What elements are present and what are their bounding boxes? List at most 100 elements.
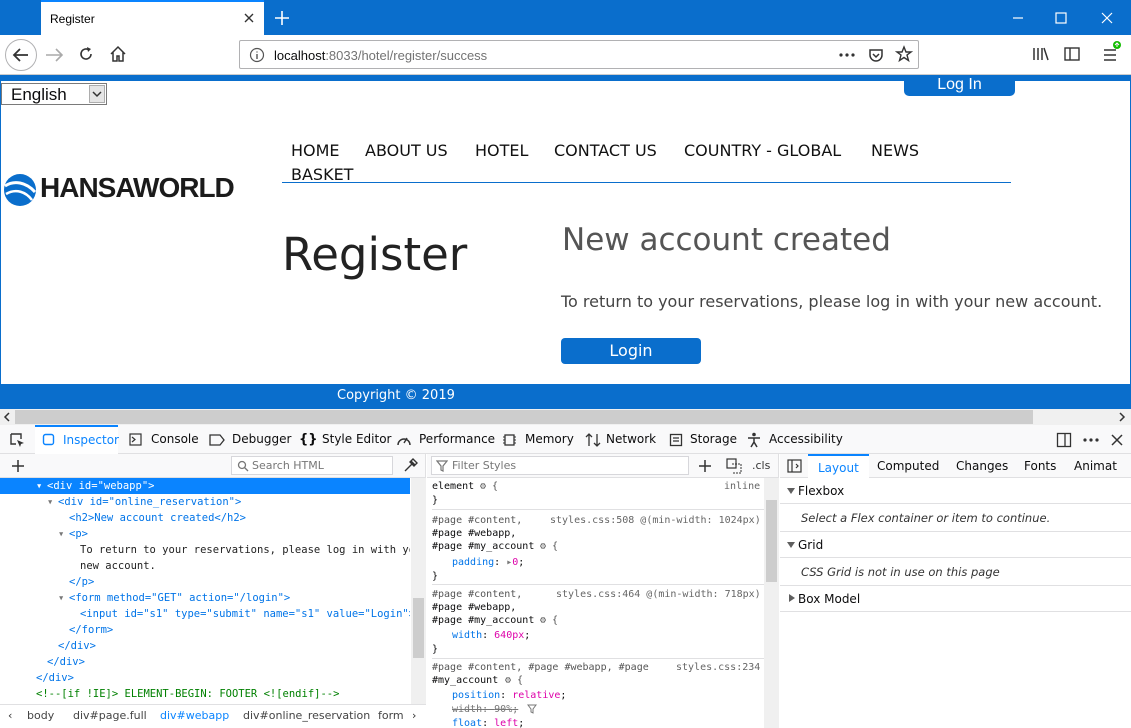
rule-selector[interactable]: element	[432, 480, 474, 493]
css-value-overridden[interactable]: 90%	[494, 704, 512, 715]
html-line[interactable]: <div id="online_reservation">	[58, 494, 241, 510]
rule-selector[interactable]: #page #content, #page #webapp, #page	[432, 661, 649, 674]
css-value[interactable]: 0	[512, 557, 518, 568]
url-bar[interactable]: localhost:8033/hotel/register/success	[239, 40, 919, 69]
rule-source[interactable]: styles.css:464 @(min-width: 718px)	[556, 588, 761, 601]
tree-toggle-icon[interactable]: ▾	[47, 494, 53, 510]
breadcrumb-item[interactable]: form	[378, 709, 404, 722]
close-devtools-icon[interactable]	[1109, 432, 1125, 448]
close-tab-icon[interactable]	[242, 11, 256, 25]
html-line[interactable]: <input id="s1" type="submit" name="s1" v…	[80, 606, 410, 622]
bookmark-star-icon[interactable]	[895, 45, 913, 63]
html-line[interactable]: </div>	[47, 654, 85, 670]
html-line[interactable]: <h2>New account created</h2>	[69, 510, 246, 526]
html-line[interactable]: new account.	[80, 558, 156, 574]
tree-toggle-icon[interactable]: ▾	[58, 590, 64, 606]
menu-hotel[interactable]: HOTEL	[475, 141, 528, 160]
rule-source[interactable]: styles.css:508 @(min-width: 1024px)	[550, 514, 761, 527]
box-model-section[interactable]: Box Model	[780, 586, 1131, 612]
close-window-icon[interactable]	[1098, 9, 1116, 27]
tab-style-editor[interactable]: {} Style Editor	[299, 425, 391, 454]
breadcrumb-forward-icon[interactable]: ›	[412, 709, 416, 722]
tab-accessibility[interactable]: Accessibility	[747, 425, 843, 454]
toggle-pseudo-icon[interactable]	[726, 458, 742, 474]
menu-home[interactable]: HOME	[291, 141, 340, 160]
pocket-icon[interactable]	[867, 46, 885, 64]
grid-section[interactable]: Grid	[780, 532, 1131, 558]
minimize-icon[interactable]	[1009, 9, 1027, 27]
html-line[interactable]: <p>	[69, 526, 88, 542]
top-login-button[interactable]: Log In	[904, 75, 1015, 96]
home-icon[interactable]	[108, 44, 128, 64]
page-actions-icon[interactable]	[838, 48, 856, 62]
html-line[interactable]: <div id="webapp">	[47, 478, 154, 494]
maximize-icon[interactable]	[1052, 9, 1070, 27]
filter-icon[interactable]	[527, 704, 537, 714]
search-html-input[interactable]: Search HTML	[231, 456, 393, 475]
css-value[interactable]: left	[494, 718, 518, 728]
tab-network[interactable]: Network	[585, 425, 656, 454]
reload-icon[interactable]	[76, 44, 96, 64]
library-icon[interactable]	[1031, 45, 1051, 63]
tab-changes[interactable]: Changes	[956, 459, 1008, 473]
markup-scrollbar[interactable]	[411, 478, 426, 704]
menu-icon[interactable]	[1101, 40, 1123, 64]
breadcrumb-item-selected[interactable]: div#webapp	[160, 709, 229, 722]
hansaworld-logo[interactable]: HANSAWORLD	[2, 170, 257, 210]
rule-selector[interactable]: #page #my_account	[432, 614, 534, 627]
gear-icon[interactable]: ⚙ {	[480, 480, 498, 493]
back-button[interactable]	[5, 39, 37, 71]
tab-inspector[interactable]: Inspector	[35, 425, 119, 454]
tree-toggle-icon[interactable]: ▾	[58, 526, 64, 542]
rule-selector[interactable]: #my_account	[432, 674, 498, 687]
css-property[interactable]: padding	[452, 557, 494, 568]
html-line[interactable]: </form>	[69, 622, 113, 638]
browser-tab[interactable]: Register	[41, 0, 264, 36]
gear-icon[interactable]: ⚙ {	[540, 614, 558, 627]
css-value[interactable]: relative	[512, 690, 560, 701]
url-text[interactable]: localhost:8033/hotel/register/success	[274, 48, 487, 63]
html-line[interactable]: </div>	[58, 638, 96, 654]
css-property[interactable]: position	[452, 690, 500, 701]
add-node-icon[interactable]	[11, 459, 25, 473]
markup-scrollbar-thumb[interactable]	[413, 598, 424, 658]
add-rule-icon[interactable]	[698, 459, 712, 473]
login-button[interactable]: Login	[561, 338, 701, 364]
breadcrumb-item[interactable]: body	[27, 709, 54, 722]
menu-country[interactable]: COUNTRY - GLOBAL	[684, 141, 841, 160]
tab-debugger[interactable]: Debugger	[209, 425, 291, 454]
info-icon[interactable]	[249, 47, 265, 63]
element-picker-icon[interactable]	[8, 431, 26, 449]
tab-computed[interactable]: Computed	[877, 459, 939, 473]
css-property-overridden[interactable]: width	[452, 704, 482, 715]
gear-icon[interactable]: ⚙ {	[505, 674, 523, 687]
scroll-right-icon[interactable]	[1117, 412, 1127, 422]
rule-selector[interactable]: #page #webapp,	[432, 601, 516, 614]
sidebar-icon[interactable]	[1063, 45, 1081, 63]
css-property[interactable]: float	[452, 718, 482, 728]
menu-contact-us[interactable]: CONTACT US	[554, 141, 657, 160]
breadcrumb-item[interactable]: div#online_reservation	[243, 709, 370, 722]
rule-source[interactable]: styles.css:234	[676, 661, 760, 674]
rule-source[interactable]: inline	[724, 480, 760, 493]
filter-styles-input[interactable]: Filter Styles	[431, 456, 689, 475]
html-line[interactable]: <form method="GET" action="/login">	[69, 590, 290, 606]
flexbox-section[interactable]: Flexbox	[780, 478, 1131, 504]
tab-console[interactable]: Console	[129, 425, 199, 454]
rules-scrollbar-thumb[interactable]	[766, 500, 777, 582]
eyedropper-icon[interactable]	[402, 458, 418, 474]
html-line[interactable]: </div>	[36, 670, 74, 686]
scroll-left-icon[interactable]	[2, 412, 12, 422]
new-tab-icon[interactable]	[272, 8, 292, 28]
menu-about-us[interactable]: ABOUT US	[365, 141, 448, 160]
tab-memory[interactable]: Memory	[502, 425, 574, 454]
breadcrumb-back-icon[interactable]: ‹	[8, 709, 12, 722]
tab-storage[interactable]: Storage	[669, 425, 737, 454]
tab-fonts[interactable]: Fonts	[1024, 459, 1056, 473]
html-comment-line[interactable]: <!--[if !IE]> ELEMENT-BEGIN: FOOTER <![e…	[36, 686, 339, 702]
html-line[interactable]: </p>	[69, 574, 94, 590]
css-value[interactable]: 640px	[494, 630, 524, 641]
toggle-sidebar-icon[interactable]	[787, 459, 802, 473]
html-line[interactable]: To return to your reservations, please l…	[80, 542, 410, 558]
more-options-icon[interactable]	[1082, 433, 1100, 447]
